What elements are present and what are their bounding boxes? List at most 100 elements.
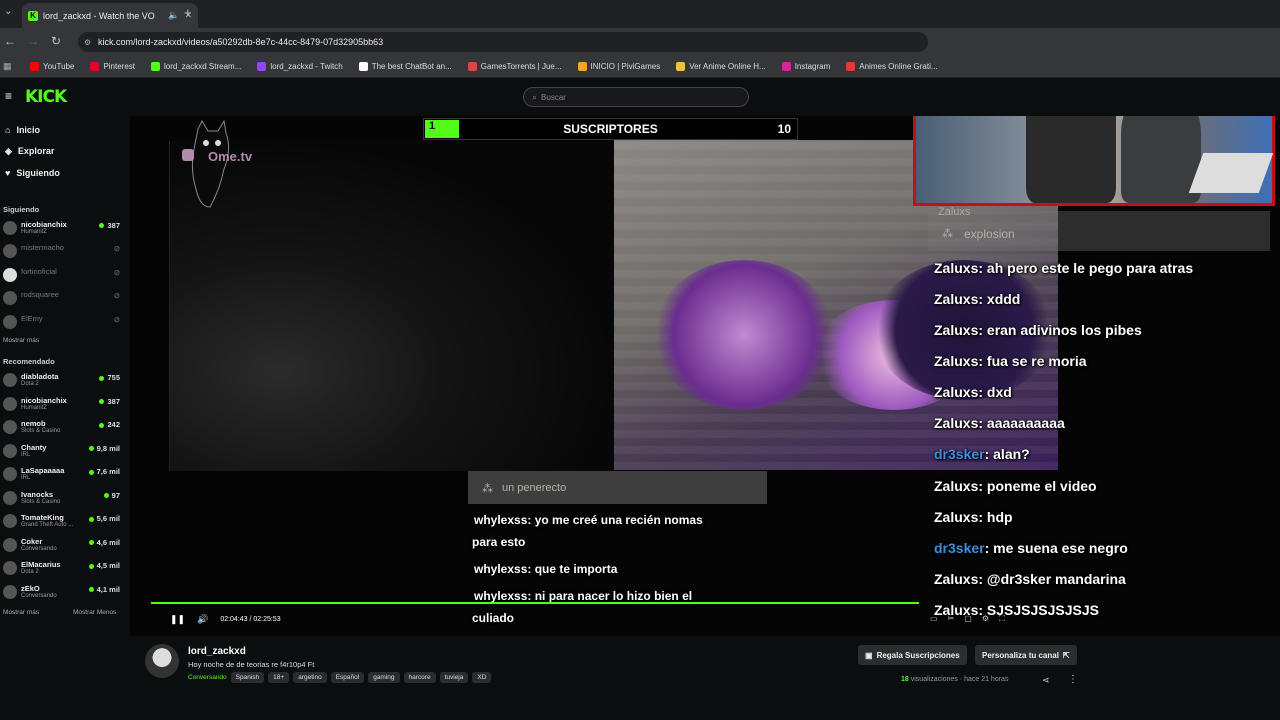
kick-logo[interactable]: KICK	[25, 87, 67, 107]
bookmark-favicon-icon	[577, 62, 587, 71]
channel-item[interactable]: LaSapaaaaa IRL 7,6 mil	[0, 463, 130, 487]
more-options-icon[interactable]: ⋮	[1068, 674, 1078, 685]
progress-bar[interactable]	[151, 602, 919, 604]
channel-item[interactable]: nicobianchix HumanitZ 387	[0, 393, 130, 417]
bookmark-label: Pinterest	[103, 62, 136, 71]
bookmark-item[interactable]: YouTube	[30, 62, 74, 71]
chat-user: Zaluxs	[934, 291, 979, 307]
tag[interactable]: 18+	[268, 672, 290, 683]
bookmark-item[interactable]: INICIO | PiviGames	[577, 62, 660, 71]
sidebar-item-siguiendo[interactable]: ♥ Siguiendo	[0, 162, 130, 184]
tag[interactable]: Español	[330, 672, 365, 683]
settings-icon[interactable]: ⚙	[982, 614, 989, 624]
bookmarks-bar: ▦ YouTube Pinterest lord_zackxd Stream..…	[0, 56, 1280, 78]
bookmark-item[interactable]: lord_zackxd Stream...	[151, 62, 241, 71]
avatar	[3, 314, 17, 329]
bookmark-item[interactable]: Pinterest	[90, 62, 135, 71]
recommended-title: Recomendado	[3, 357, 55, 366]
channel-item[interactable]: Chanty IRL 9,8 mil	[0, 440, 130, 464]
browser-tab[interactable]: K lord_zackxd - Watch the VO 🔈 ✕	[22, 3, 198, 28]
pause-icon[interactable]: ❚❚	[170, 614, 185, 625]
theater-icon[interactable]: ▢	[964, 614, 972, 624]
time-ago: hace 21 horas	[964, 676, 1009, 683]
bookmark-label: The best ChatBot an...	[371, 62, 452, 71]
channel-item[interactable]: diabladota Dota 2 755	[0, 369, 130, 393]
chat-message: Zaluxs: poneme el video	[934, 478, 1097, 494]
share-icon[interactable]: ⋖	[1042, 675, 1050, 686]
tag[interactable]: argetino	[293, 672, 327, 683]
channel-item[interactable]: nicobianchix HumanitZ 387	[0, 217, 130, 241]
chat-message: Zaluxs: dxd	[934, 384, 1012, 400]
tag[interactable]: harcore	[403, 672, 436, 683]
apps-grid-icon[interactable]: ▦	[3, 61, 12, 72]
bookmark-favicon-icon	[676, 62, 686, 71]
back-icon[interactable]: ←	[4, 34, 16, 48]
search-placeholder: Buscar	[541, 92, 566, 102]
bookmark-item[interactable]: GamesTorrents | Jue...	[467, 62, 562, 71]
tag[interactable]: tuvieja	[439, 672, 469, 683]
category-link[interactable]: Conversando	[188, 674, 227, 681]
new-tab-icon[interactable]: +	[184, 5, 192, 20]
channel-item[interactable]: ElMacarius Dota 2 4,5 mil	[0, 557, 130, 581]
chat-text: para esto	[472, 535, 526, 549]
chat-text: : ah pero este le pego para atras	[978, 260, 1194, 276]
show-more-link[interactable]: Mostrar más	[0, 606, 39, 620]
avatar	[3, 220, 17, 235]
channel-item[interactable]: nemob Slots & Casino 242	[0, 416, 130, 440]
show-less-link[interactable]: Mostrar Menos	[70, 606, 116, 620]
forward-icon[interactable]: →	[27, 34, 39, 48]
channel-item[interactable]: zEkO Conversando 4,1 mil	[0, 581, 130, 605]
mute-icon[interactable]: 🔈	[168, 10, 179, 21]
offline-icon: ⊘	[113, 291, 120, 300]
clip-icon[interactable]: ✂	[948, 614, 955, 624]
bookmark-label: Instagram	[794, 62, 831, 71]
url-field[interactable]: ⚙ kick.com/lord-zackxd/videos/a50292db-8…	[78, 32, 928, 52]
bookmark-favicon-icon	[151, 62, 161, 71]
tab-search-icon[interactable]: ⌄	[4, 6, 12, 17]
avatar	[3, 420, 17, 434]
bookmark-item[interactable]: The best ChatBot an...	[358, 62, 452, 71]
channel-item[interactable]: TomateKing Grand Theft Auto ... 5,6 mil	[0, 510, 130, 534]
highlight-text: un penerecto	[502, 482, 567, 494]
menu-icon[interactable]: ≡	[5, 89, 12, 103]
gift-subs-button[interactable]: ▣ Regala Suscripciones	[858, 645, 967, 665]
avatar	[3, 373, 17, 387]
customize-channel-button[interactable]: Personaliza tu canal ⇱	[975, 645, 1077, 665]
fullscreen-icon[interactable]: ⛶	[999, 614, 1005, 624]
tag[interactable]: XD	[472, 672, 492, 683]
bookmark-item[interactable]: Ver Anime Online H...	[676, 62, 766, 71]
site-info-icon[interactable]: ⚙	[84, 38, 91, 47]
laptop-shape	[1188, 153, 1274, 193]
volume-icon[interactable]: 🔊	[197, 614, 208, 625]
channel-info-bar: lord_zackxd Hoy noche de de teorias re f…	[130, 636, 1280, 720]
avatar	[3, 561, 17, 575]
video-player[interactable]: Ome.tv 1 SUSCRIPTORES 10 ⁂ un penerecto …	[130, 116, 1280, 636]
tab-title: lord_zackxd - Watch the VO	[43, 10, 155, 21]
chat-user: Zaluxs	[934, 353, 979, 369]
channel-item[interactable]: mistermacho ⊘	[0, 240, 130, 264]
channel-item[interactable]: fortinoficial ⊘	[0, 264, 130, 288]
streamer-name[interactable]: lord_zackxd	[188, 646, 246, 657]
channel-item[interactable]: Ivanocks Slots & Casino 97	[0, 487, 130, 511]
show-more-link[interactable]: Mostrar más	[0, 334, 130, 348]
chat-message: dr3sker: alan?	[934, 446, 1030, 462]
bookmark-item[interactable]: Animes Online Grati...	[846, 62, 938, 71]
channel-item[interactable]: ElEmy ⊘	[0, 311, 130, 335]
highlight-text: explosion	[964, 227, 1015, 241]
sidebar-item-explorar[interactable]: ◈ Explorar	[0, 141, 130, 163]
bookmark-item[interactable]: lord_zackxd - Twitch	[257, 62, 343, 71]
channel-item[interactable]: Coker Conversando 4,6 mil	[0, 534, 130, 558]
tag[interactable]: gaming	[368, 672, 400, 683]
avatar	[3, 443, 17, 458]
facecam-overlay	[913, 116, 1275, 206]
gift-icon: ▣	[865, 650, 873, 660]
search-input[interactable]: ⌕ Buscar	[523, 87, 749, 107]
streamer-avatar[interactable]	[145, 644, 179, 678]
channel-item[interactable]: rodsquaree ⊘	[0, 287, 130, 311]
bookmark-item[interactable]: Instagram	[781, 62, 831, 71]
tag[interactable]: Spanish	[230, 672, 265, 683]
sidebar-item-inicio[interactable]: ⌂ Inicio	[0, 119, 130, 141]
reload-icon[interactable]: ↻	[51, 34, 61, 48]
captions-icon[interactable]: ▭	[930, 614, 938, 624]
chat-user: Zaluxs	[934, 322, 979, 338]
